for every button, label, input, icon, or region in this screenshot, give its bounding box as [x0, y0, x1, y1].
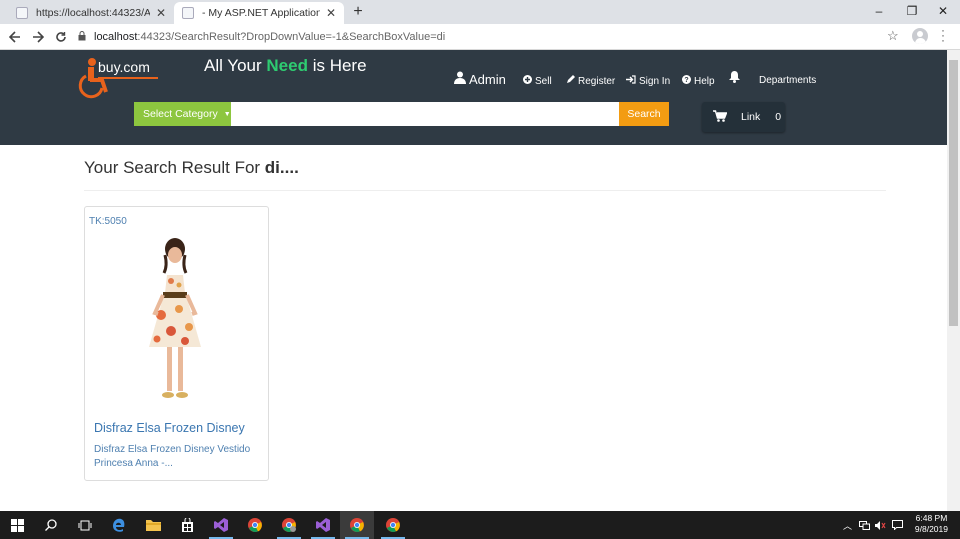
page-icon — [16, 7, 28, 19]
chrome-active-icon[interactable] — [340, 511, 374, 539]
nav-signin[interactable]: Sign In — [626, 75, 670, 87]
product-price: TK:5050 — [89, 216, 127, 227]
forward-icon[interactable] — [27, 26, 49, 48]
clock-date: 9/8/2019 — [914, 524, 948, 534]
site-header: buy.com All Your Need is Here Admin Sell… — [0, 50, 947, 145]
system-clock[interactable]: 6:48 PM 9/8/2019 — [915, 513, 948, 535]
product-name-link[interactable]: Disfraz Elsa Frozen Disney — [94, 421, 245, 435]
windows-taskbar: ︿ 6:48 PM 9/8/2019 — [0, 511, 960, 539]
task-view-icon[interactable] — [68, 511, 102, 539]
cart-count: 0 — [775, 111, 782, 123]
edge-icon[interactable] — [102, 511, 136, 539]
search-term: di.... — [264, 158, 299, 177]
user-icon — [454, 71, 466, 87]
page-icon — [182, 7, 194, 19]
nav-sell[interactable]: Sell — [523, 75, 552, 87]
search-input[interactable] — [231, 102, 619, 126]
tagline: All Your Need is Here — [204, 56, 367, 76]
logo-text: buy.com — [98, 59, 150, 75]
url-host: localhost — [94, 31, 138, 43]
visual-studio-icon[interactable] — [204, 511, 238, 539]
store-icon[interactable] — [170, 511, 204, 539]
back-icon[interactable] — [4, 26, 26, 48]
browser-toolbar: localhost:44323/SearchResult?DropDownVal… — [0, 24, 960, 50]
nav-help-label: Help — [694, 75, 715, 87]
url-path: :44323/SearchResult?DropDownValue=-1&Sea… — [137, 31, 446, 43]
search-result-heading: Your Search Result For di.... — [84, 158, 299, 178]
star-icon[interactable]: ☆ — [887, 28, 899, 44]
cart-label: Link — [741, 111, 761, 123]
help-icon: ? — [682, 75, 691, 87]
chrome-profile-icon[interactable] — [272, 511, 306, 539]
pencil-icon — [566, 75, 575, 87]
nav-signin-label: Sign In — [639, 75, 671, 87]
product-image[interactable] — [135, 235, 215, 407]
close-icon[interactable]: ✕ — [156, 6, 166, 20]
nav-departments[interactable]: Departments — [759, 75, 816, 86]
plus-circle-icon — [523, 75, 532, 87]
close-icon[interactable]: ✕ — [326, 6, 336, 20]
tab-title: https://localhost:44323/Admin/P — [36, 7, 150, 19]
volume-icon[interactable] — [875, 511, 886, 539]
category-dropdown[interactable]: Select Category ▼ — [134, 102, 231, 126]
window-close-button[interactable]: ✕ — [926, 0, 960, 22]
file-explorer-icon[interactable] — [136, 511, 170, 539]
scrollbar-thumb[interactable] — [949, 60, 958, 326]
windows-start-icon[interactable] — [0, 511, 34, 539]
category-label: Select Category — [143, 108, 218, 120]
clock-time: 6:48 PM — [915, 513, 948, 523]
chrome-icon[interactable] — [238, 511, 272, 539]
network-icon[interactable] — [859, 511, 870, 539]
nav-admin-label: Admin — [469, 71, 506, 87]
bell-icon[interactable] — [729, 71, 740, 83]
search-icon[interactable] — [34, 511, 68, 539]
restore-button[interactable]: ❐ — [895, 0, 929, 22]
menu-icon[interactable]: · · · — [940, 24, 946, 46]
nav-register[interactable]: Register — [566, 75, 615, 87]
tagline-start: All Your — [204, 56, 267, 75]
caret-down-icon: ▼ — [223, 110, 231, 118]
site-logo[interactable]: buy.com — [76, 56, 166, 102]
browser-window: https://localhost:44323/Admin/P ✕ - My A… — [0, 0, 960, 539]
reload-icon[interactable] — [50, 26, 72, 48]
search-button[interactable]: Search — [619, 102, 669, 126]
nav-sell-label: Sell — [535, 75, 552, 87]
heading-text: Your Search Result For — [84, 158, 265, 177]
tab-strip: https://localhost:44323/Admin/P ✕ - My A… — [0, 0, 960, 24]
tab-admin[interactable]: https://localhost:44323/Admin/P ✕ — [8, 2, 174, 24]
chevron-up-icon[interactable]: ︿ — [843, 511, 852, 539]
address-bar[interactable]: localhost:44323/SearchResult?DropDownVal… — [78, 27, 878, 47]
nav-admin[interactable]: Admin — [454, 71, 506, 87]
nav-help[interactable]: ? Help — [682, 75, 715, 87]
profile-icon[interactable] — [912, 28, 928, 44]
notification-icon[interactable] — [892, 511, 903, 539]
visual-studio-icon[interactable] — [306, 511, 340, 539]
chrome-icon[interactable] — [376, 511, 410, 539]
nav-register-label: Register — [578, 75, 616, 87]
divider — [84, 190, 886, 191]
new-tab-button[interactable]: + — [348, 2, 368, 22]
tab-title: - My ASP.NET Application — [202, 7, 320, 19]
minimize-button[interactable]: – — [862, 0, 896, 22]
cart-button[interactable]: Link 0 — [702, 102, 785, 132]
product-card[interactable]: TK:5050 Disfraz Elsa Frozen Disney Disfr… — [84, 206, 269, 481]
product-description: Disfraz Elsa Frozen Disney Vestido Princ… — [94, 444, 251, 469]
logo-underline — [98, 77, 158, 79]
sign-in-icon — [626, 75, 636, 87]
svg-text:?: ? — [684, 77, 688, 84]
tagline-need: Need — [266, 56, 308, 75]
tab-asp-application[interactable]: - My ASP.NET Application ✕ — [174, 2, 344, 24]
lock-icon — [78, 31, 86, 43]
cart-icon — [713, 109, 728, 125]
tagline-end: is Here — [307, 56, 367, 75]
